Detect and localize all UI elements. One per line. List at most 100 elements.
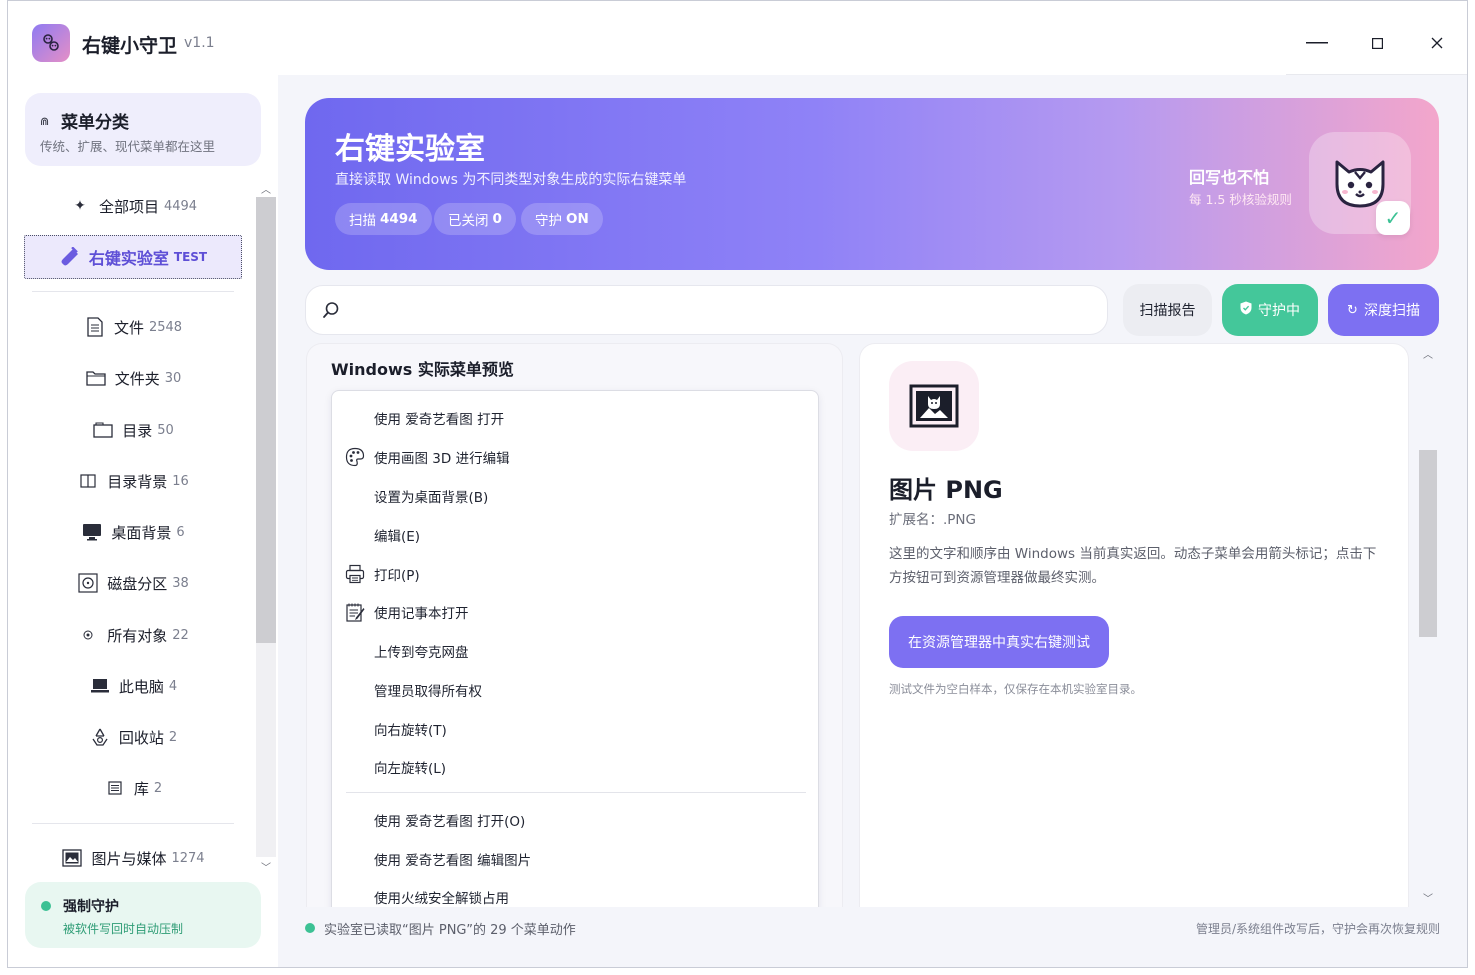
sidebar-item-count: 30: [164, 370, 182, 386]
sidebar-item-count: 2548: [148, 319, 183, 335]
folder-icon: [85, 370, 107, 386]
palette-icon: [344, 446, 366, 468]
sidebar-item-label: 目录背景: [107, 472, 168, 491]
context-menu-item[interactable]: 打印(P): [332, 554, 820, 592]
menu-item-label: 向右旋转(T): [374, 723, 447, 739]
sidebar-item-file[interactable]: 文件 2548: [25, 307, 241, 347]
deep-scan-button[interactable]: ↻ 深度扫描: [1328, 284, 1439, 336]
context-menu-item[interactable]: 使用 爱奇艺看图 打开(O): [332, 800, 820, 838]
context-menu-item[interactable]: 使用画图 3D 进行编辑: [332, 437, 820, 475]
sidebar-item-library[interactable]: 库 2: [25, 768, 241, 808]
sidebar-item-label: 目录: [122, 421, 153, 440]
refresh-icon: ↻: [1347, 302, 1358, 318]
force-guard-card[interactable]: 强制守护 被软件写回时自动压制: [25, 882, 261, 948]
target-icon: [77, 630, 99, 640]
sidebar-item-lab[interactable]: 右键实验室 TEST: [24, 235, 242, 279]
status-message: 实验室已读取“图片 PNG”的 29 个菜单动作: [324, 923, 576, 938]
sidebar-item-count: 50: [157, 422, 174, 438]
menu-preview-panel: Windows 实际菜单预览 使用 爱奇艺看图 打开 使用画图 3D 进行编辑 …: [306, 343, 843, 907]
check-icon: ✓: [1376, 201, 1410, 235]
menu-item-label: 编辑(E): [374, 529, 421, 545]
detail-description: 这里的文字和顺序由 Windows 当前真实返回。动态子菜单会用箭头标记；点击下…: [889, 546, 1377, 586]
library-icon: [104, 781, 126, 795]
file-extension: 扩展名：.PNG: [889, 512, 976, 528]
category-subtitle: 传统、扩展、现代菜单都在这里: [40, 139, 216, 154]
sidebar-item-recycle-bin[interactable]: 回收站 2: [25, 717, 241, 757]
sidebar-scrollbar[interactable]: ︿ ﹀: [256, 179, 276, 875]
hero-right-subtitle: 每 1.5 秒核验规则: [1189, 192, 1292, 207]
content-scrollbar[interactable]: ︿ ﹀: [1418, 343, 1438, 907]
maximize-button[interactable]: [1354, 23, 1400, 63]
menu-preview-title: Windows 实际菜单预览: [331, 360, 514, 379]
close-icon: [1431, 37, 1443, 49]
sidebar-item-dir-background[interactable]: 目录背景 16: [25, 461, 241, 501]
scroll-up-icon[interactable]: ︿: [256, 179, 276, 197]
sidebar-item-label: 库: [133, 779, 149, 798]
scroll-down-icon[interactable]: ﹀: [1418, 887, 1438, 907]
menu-item-label: 向左旋转(L): [374, 761, 447, 777]
shield-icon: [1240, 301, 1252, 319]
scroll-up-icon[interactable]: ︿: [1418, 343, 1438, 363]
sidebar-item-count: 2: [168, 729, 178, 745]
image-icon: [61, 849, 83, 867]
context-menu-item[interactable]: 管理员取得所有权: [332, 670, 820, 708]
context-menu-item[interactable]: 编辑(E): [332, 515, 820, 553]
category-icon: ⋒: [40, 115, 50, 128]
sidebar-item-label: 图片与媒体: [91, 849, 167, 868]
printer-icon: [344, 563, 366, 585]
context-menu-item[interactable]: 使用 爱奇艺看图 打开: [332, 398, 820, 436]
sidebar-item-all-objects[interactable]: 所有对象 22: [25, 615, 241, 655]
search-input[interactable]: [354, 296, 1094, 326]
sidebar-item-image-media[interactable]: 图片与媒体 1274: [25, 838, 241, 878]
status-dot-icon: [305, 923, 315, 933]
context-menu-item[interactable]: 向右旋转(T): [332, 709, 820, 747]
sidebar-item-disk[interactable]: 磁盘分区 38: [25, 563, 241, 603]
scrollbar-thumb[interactable]: [256, 197, 276, 643]
scroll-down-icon[interactable]: ﹀: [256, 857, 276, 875]
menu-item-label: 使用 爱奇艺看图 打开: [374, 412, 505, 428]
app-version: v1.1: [184, 35, 215, 51]
sidebar-item-label: 文件: [113, 318, 144, 337]
context-menu-item[interactable]: 使用火绒安全解锁占用: [332, 877, 820, 907]
minimize-button[interactable]: [1294, 23, 1340, 63]
menu-item-label: 使用 爱奇艺看图 打开(O): [374, 814, 526, 830]
context-menu-item[interactable]: 向左旋转(L): [332, 747, 820, 785]
flask-icon: [59, 247, 81, 267]
sidebar-item-count: 2: [153, 780, 163, 796]
sidebar-item-all[interactable]: ✦ 全部项目 4494: [25, 186, 241, 226]
context-menu-item[interactable]: 使用记事本打开: [332, 592, 820, 630]
sidebar: ⋒ 菜单分类 传统、扩展、现代菜单都在这里 ✦ 全部项目 4494 右键实验室 …: [8, 75, 278, 967]
menu-item-label: 使用记事本打开: [374, 606, 469, 622]
directory-icon: [92, 422, 114, 438]
category-card: ⋒ 菜单分类 传统、扩展、现代菜单都在这里: [25, 93, 261, 166]
button-label: 深度扫描: [1363, 303, 1420, 319]
sidebar-item-label: 回收站: [118, 728, 164, 747]
sidebar-item-count: 1274: [171, 850, 205, 866]
pill-value: 0: [492, 211, 502, 227]
menu-item-label: 管理员取得所有权: [374, 684, 482, 700]
sidebar-item-count: 4494: [163, 198, 198, 214]
recycle-icon: [89, 727, 111, 747]
scan-report-button[interactable]: 扫描报告: [1123, 284, 1212, 336]
file-type-name: 图片 PNG: [889, 476, 1003, 504]
sidebar-item-label: 文件夹: [114, 369, 160, 388]
search-bar[interactable]: [305, 285, 1108, 335]
sidebar-item-label: 桌面背景: [111, 523, 172, 542]
close-button[interactable]: [1414, 23, 1460, 63]
title-divider: [1286, 74, 1467, 75]
context-menu-item[interactable]: 上传到夸克网盘: [332, 631, 820, 669]
explorer-test-button[interactable]: 在资源管理器中真实右键测试: [889, 616, 1109, 668]
sidebar-item-count: 4: [168, 678, 178, 694]
sidebar-item-folder[interactable]: 文件夹 30: [25, 358, 241, 398]
sidebar-item-directory[interactable]: 目录 50: [25, 410, 241, 450]
menu-item-label: 使用火绒安全解锁占用: [374, 891, 509, 907]
sidebar-item-this-pc[interactable]: 此电脑 4: [25, 666, 241, 706]
guarding-button[interactable]: 守护中: [1222, 284, 1318, 336]
context-menu-item[interactable]: 设置为桌面背景(B): [332, 476, 820, 514]
context-menu-item[interactable]: 使用 爱奇艺看图 编辑图片: [332, 839, 820, 877]
sidebar-item-label: 右键实验室: [88, 249, 169, 268]
sidebar-item-desktop-background[interactable]: 桌面背景 6: [25, 512, 241, 552]
title-bar: 右键小守卫 v1.1: [8, 1, 1467, 75]
monitor-icon: [81, 523, 103, 541]
scrollbar-thumb[interactable]: [1419, 450, 1437, 637]
